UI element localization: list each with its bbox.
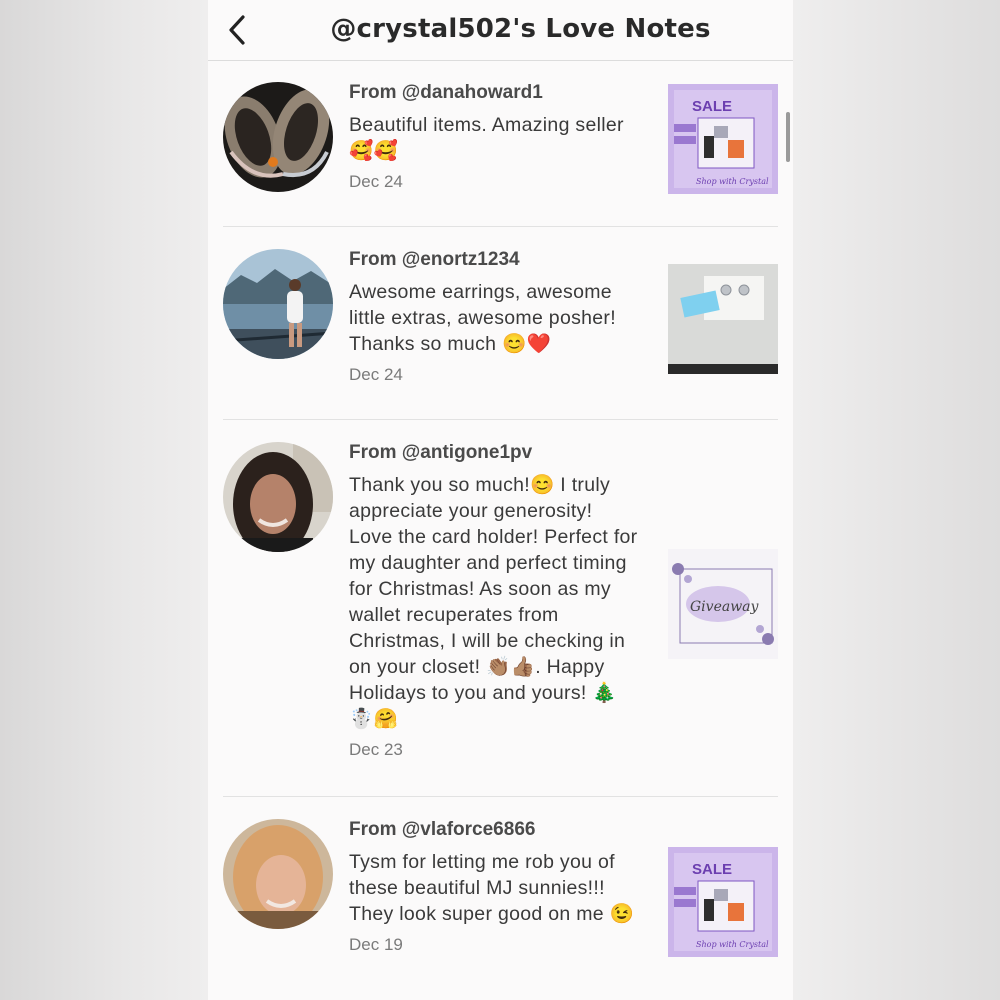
listing-thumbnail[interactable]: SALE Shop with Crystal: [668, 847, 778, 957]
from-prefix: From: [349, 442, 402, 463]
woman-portrait-photo: [223, 442, 333, 552]
chevron-left-icon: [229, 15, 245, 45]
sender-handle[interactable]: @enortz1234: [402, 249, 520, 270]
app-screen: @crystal502's Love Notes From @danahowar…: [208, 0, 793, 1000]
note-date: Dec 23: [349, 740, 403, 759]
from-prefix: From: [349, 249, 402, 270]
sale-text: SALE: [692, 98, 732, 115]
background-left: [0, 0, 208, 1000]
note-message: Tysm for letting me rob you of these bea…: [349, 851, 635, 925]
note-message: Beautiful items. Amazing seller 🥰🥰: [349, 114, 624, 162]
sender-handle[interactable]: @vlaforce6866: [402, 819, 536, 840]
listing-thumbnail[interactable]: Giveaway: [668, 549, 778, 659]
note-date: Dec 24: [349, 365, 403, 384]
note-date: Dec 19: [349, 935, 403, 954]
note-date: Dec 24: [349, 172, 403, 191]
note-message: Awesome earrings, awesome little extras,…: [349, 281, 616, 355]
listing-thumbnail[interactable]: [668, 264, 778, 374]
page-title: @crystal502's Love Notes: [330, 14, 711, 44]
sender-handle[interactable]: @danahoward1: [402, 82, 543, 103]
note-message: Thank you so much!😊 I truly appreciate y…: [349, 474, 638, 730]
scrollbar[interactable]: [786, 112, 790, 162]
background-right: [793, 0, 1000, 1000]
earrings-photo: [668, 264, 778, 374]
list-item: From @enortz1234 Awesome earrings, aweso…: [223, 227, 778, 420]
lake-portrait-photo: [223, 249, 333, 359]
signature-text: Shop with Crystal: [696, 940, 769, 949]
giveaway-text: Giveaway: [690, 599, 760, 615]
avatar[interactable]: [223, 249, 333, 359]
shoes-photo: [223, 82, 333, 192]
from-prefix: From: [349, 819, 402, 840]
sale-text: SALE: [692, 861, 732, 878]
header-bar: @crystal502's Love Notes: [208, 0, 793, 61]
listing-thumbnail[interactable]: SALE Shop with Crystal: [668, 84, 778, 194]
list-item: From @antigone1pv Thank you so much!😊 I …: [223, 420, 778, 797]
list-item: From @danahoward1 Beautiful items. Amazi…: [223, 62, 778, 227]
signature-text: Shop with Crystal: [696, 177, 769, 186]
giveaway-graphic: Giveaway: [668, 549, 778, 659]
woman-smiling-photo: [223, 819, 333, 929]
back-button[interactable]: [220, 12, 254, 48]
list-item: From @vlaforce6866 Tysm for letting me r…: [223, 797, 778, 1000]
from-prefix: From: [349, 82, 402, 103]
avatar[interactable]: [223, 819, 333, 929]
avatar[interactable]: [223, 82, 333, 192]
sale-graphic: SALE Shop with Crystal: [668, 84, 778, 194]
avatar[interactable]: [223, 442, 333, 552]
sender-handle[interactable]: @antigone1pv: [402, 442, 532, 463]
sale-graphic: SALE Shop with Crystal: [668, 847, 778, 957]
